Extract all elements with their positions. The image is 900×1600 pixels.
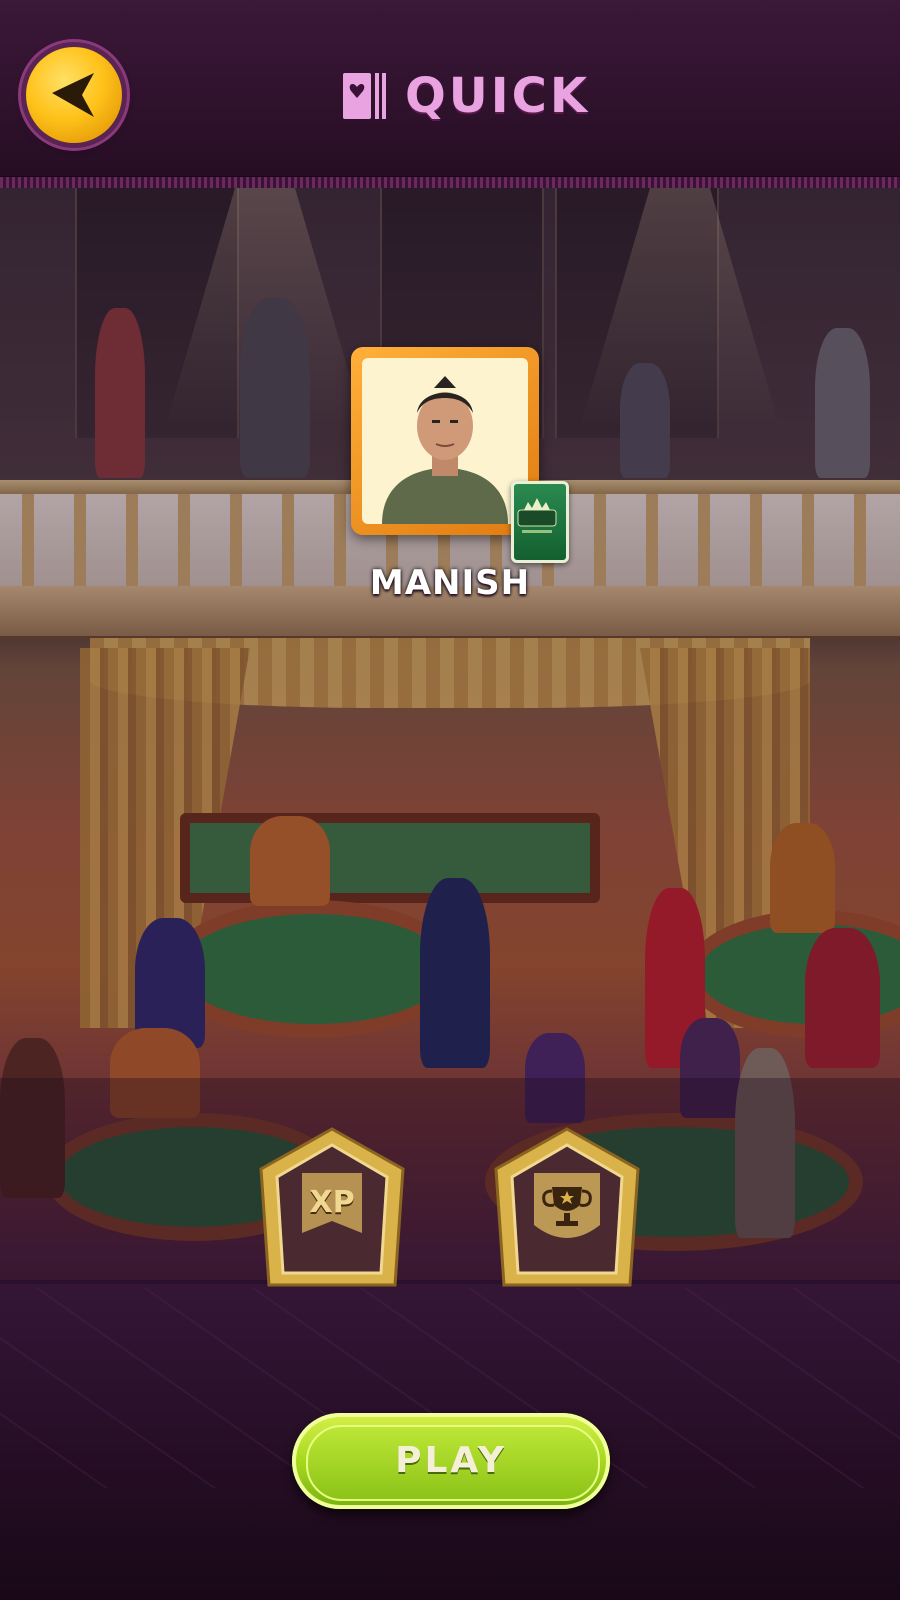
- back-button[interactable]: [26, 47, 122, 143]
- back-arrow-icon: [52, 73, 94, 117]
- title-text: QUICK: [405, 68, 591, 124]
- xp-label: XP: [309, 1185, 355, 1220]
- player-name: MANISH: [369, 563, 531, 603]
- card-deck-icon: [343, 71, 387, 121]
- reward-band: [0, 1078, 900, 1284]
- play-label: PLAY: [395, 1440, 507, 1481]
- league-badge-icon: [511, 481, 569, 563]
- play-button[interactable]: PLAY: [292, 1413, 610, 1509]
- avatar: [362, 358, 528, 524]
- xp-shield[interactable]: XP: [257, 1125, 407, 1289]
- trophy-shield[interactable]: [492, 1125, 642, 1289]
- page-title: QUICK: [343, 66, 590, 126]
- trophy-shield-icon: [494, 1127, 640, 1287]
